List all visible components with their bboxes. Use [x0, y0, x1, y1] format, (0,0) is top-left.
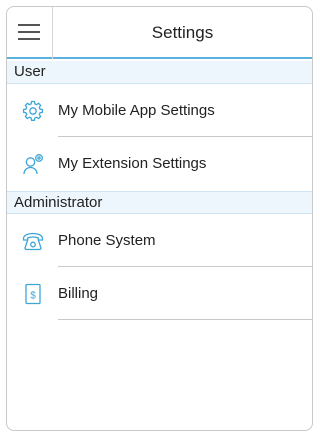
row-divider — [58, 136, 312, 137]
menu-item-my-extension-settings[interactable]: My Extension Settings — [7, 138, 312, 190]
menu-item-label: My Mobile App Settings — [58, 102, 215, 119]
svg-text:$: $ — [30, 291, 36, 302]
billing-dollar-icon: $ — [25, 283, 41, 305]
menu-item-label: Phone System — [58, 232, 156, 249]
menu-item-phone-system[interactable]: Phone System — [7, 215, 312, 267]
hamburger-menu-icon — [18, 24, 40, 40]
section-header-user: User — [7, 61, 312, 84]
section-header-administrator: Administrator — [7, 191, 312, 214]
row-divider — [58, 266, 312, 267]
menu-item-billing[interactable]: $ Billing — [7, 268, 312, 320]
gear-icon — [22, 100, 44, 121]
user-settings-icon — [23, 154, 43, 175]
row-divider — [58, 319, 312, 320]
page-title: Settings — [151, 23, 214, 42]
menu-item-label: My Extension Settings — [58, 155, 207, 172]
menu-item-my-mobile-app-settings[interactable]: My Mobile App Settings — [7, 85, 312, 137]
menu-item-label: Billing — [58, 285, 99, 302]
top-bar: Settings — [7, 7, 312, 59]
app-window: Settings User My Mobile App Settings My … — [6, 6, 313, 431]
menu-button[interactable] — [7, 7, 53, 59]
telephone-icon — [22, 232, 44, 251]
